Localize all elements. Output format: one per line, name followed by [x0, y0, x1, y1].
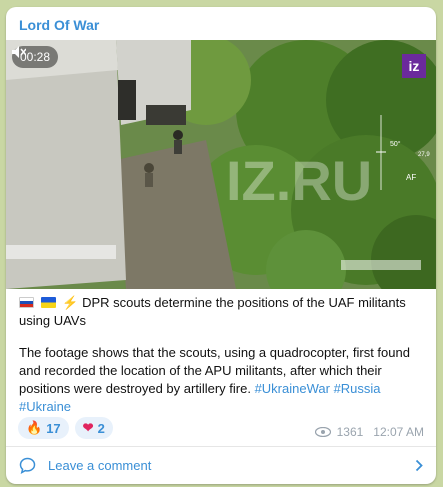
reaction-heart[interactable]: ❤ 2 — [74, 417, 113, 439]
hud-altitude: 27,9 — [418, 152, 430, 158]
fire-icon: 🔥 — [26, 420, 43, 435]
reaction-fire-count: 17 — [46, 420, 61, 436]
chevron-right-icon — [415, 459, 423, 472]
russian-flag-icon — [19, 297, 34, 308]
ukrainian-flag-icon — [40, 297, 56, 308]
reaction-heart-count: 2 — [97, 420, 105, 436]
leave-comment-label: Leave a comment — [48, 458, 152, 473]
hashtag-russia[interactable]: #Russia — [334, 381, 381, 396]
mute-icon[interactable] — [12, 46, 26, 58]
watermark-text: IZ.RU — [226, 149, 372, 212]
reaction-fire[interactable]: 🔥 17 — [18, 417, 69, 439]
comment-icon — [19, 457, 36, 474]
video-frame: 50° 27,9 AF IZ.RU — [6, 40, 436, 289]
message-time: 12:07 AM — [373, 425, 424, 439]
eye-icon — [314, 427, 331, 437]
channel-name[interactable]: Lord Of War — [19, 17, 99, 33]
video-duration-badge[interactable]: 00:28 — [12, 46, 59, 68]
hashtag-ukrainewar[interactable]: #UkraineWar — [255, 381, 330, 396]
message-meta: 1361 12:07 AM — [314, 425, 424, 439]
post-headline-line: ⚡ DPR scouts determine the positions of … — [19, 294, 423, 330]
iz-logo: iz — [402, 54, 426, 78]
hashtag-ukraine[interactable]: #Ukraine — [19, 399, 71, 414]
view-count: 1361 — [336, 425, 364, 439]
post-body-line: The footage shows that the scouts, using… — [19, 344, 423, 416]
message-card: Lord Of War 50° 27,9 AF IZ.RU 00:28 iz ⚡… — [6, 7, 436, 484]
video-player[interactable]: 50° 27,9 AF IZ.RU 00:28 iz — [6, 40, 436, 289]
hud-heading: 50° — [390, 140, 401, 148]
lightning-icon: ⚡ — [62, 295, 79, 310]
post-text: ⚡ DPR scouts determine the positions of … — [19, 294, 423, 416]
heart-icon: ❤ — [82, 420, 94, 435]
leave-comment-button[interactable]: Leave a comment — [6, 447, 436, 484]
reactions-bar: 🔥 17 ❤ 2 — [18, 417, 113, 439]
hud-mode: AF — [406, 173, 416, 182]
